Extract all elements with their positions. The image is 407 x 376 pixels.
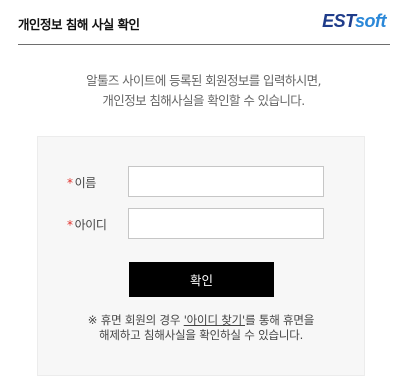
- page-header: 개인정보 침해 사실 확인 ESTsoft: [18, 0, 390, 45]
- find-id-link[interactable]: '아이디 찾기': [184, 313, 245, 327]
- name-input[interactable]: [128, 166, 324, 197]
- estsoft-logo: ESTsoft: [322, 11, 386, 32]
- verification-form: * 이름 * 아이디 확인 ※ 휴면 회원의 경우 '아이디 찾기'를 통해 휴면을…: [37, 136, 365, 376]
- intro-text: 알툴즈 사이트에 등록된 회원정보를 입력하시면, 개인정보 침해사실을 확인할…: [0, 71, 407, 111]
- name-label-text: 이름: [74, 176, 97, 190]
- notice-line-1: ※ 휴면 회원의 경우 '아이디 찾기'를 통해 휴면을: [38, 313, 364, 328]
- required-mark: *: [67, 176, 73, 190]
- intro-line-2: 개인정보 침해사실을 확인할 수 있습니다.: [102, 93, 305, 108]
- logo-soft-text: soft: [355, 11, 387, 31]
- name-label: * 이름: [67, 174, 96, 191]
- id-input[interactable]: [128, 208, 324, 239]
- confirm-button[interactable]: 확인: [129, 262, 274, 297]
- page-title: 개인정보 침해 사실 확인: [18, 17, 140, 32]
- notice-line-2: 해제하고 침해사실을 확인하실 수 있습니다.: [98, 328, 304, 342]
- notice-prefix: ※ 휴면 회원의 경우: [87, 313, 184, 327]
- notice-suffix: 를 통해 휴면을: [245, 313, 315, 327]
- intro-line-1: 알툴즈 사이트에 등록된 회원정보를 입력하시면,: [86, 73, 321, 88]
- required-mark: *: [67, 218, 73, 232]
- dormant-notice: ※ 휴면 회원의 경우 '아이디 찾기'를 통해 휴면을 해제하고 침해사실을 …: [38, 313, 364, 343]
- id-label: * 아이디: [67, 216, 107, 233]
- id-label-text: 아이디: [74, 218, 107, 232]
- logo-est-text: EST: [322, 11, 355, 31]
